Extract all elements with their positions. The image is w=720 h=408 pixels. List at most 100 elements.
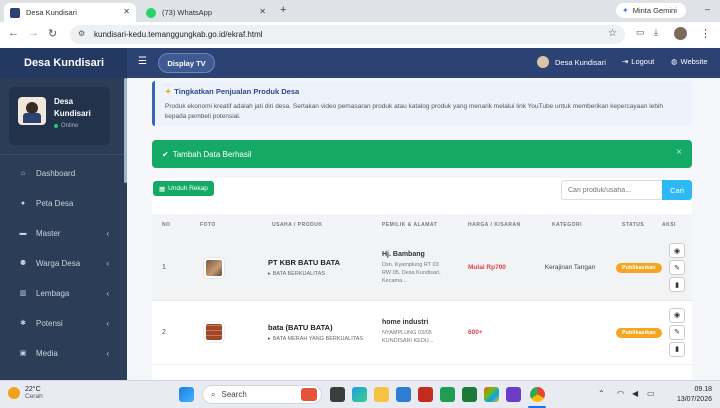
product-table: NO FOTO USAHA / PRODUK PEMILIK & ALAMAT …	[152, 214, 692, 365]
temperature: 22°C	[25, 386, 41, 393]
product-sub-text: BATA BERKUALITAS	[272, 271, 326, 278]
delete-button[interactable]: ▮	[669, 277, 685, 293]
lightbulb-icon: ✦	[165, 87, 172, 96]
sidebar-item-dashboard[interactable]: ⌂ Dashboard	[0, 163, 127, 183]
product-photo[interactable]	[204, 322, 224, 342]
reload-icon[interactable]: ↻	[48, 27, 57, 40]
profile-name-line1: Desa	[54, 97, 74, 106]
chevron-left-icon: ‹	[106, 288, 109, 298]
eye-icon: ◉	[673, 247, 681, 255]
user-menu[interactable]: Desa Kundisari	[537, 56, 606, 68]
browser-tab-bar: Desa Kundisari ✕ (73) WhatsApp ✕ + ✦ Min…	[0, 0, 720, 22]
tray-chevron-icon[interactable]: ⌃	[598, 389, 605, 398]
view-button[interactable]: ◉	[669, 307, 685, 323]
sidebar-item-potensi[interactable]: ✱ Potensi ‹	[0, 313, 127, 333]
wifi-icon[interactable]: ◠	[617, 389, 624, 398]
gemini-button[interactable]: ✦ Minta Gemini	[616, 3, 686, 18]
brand-logo[interactable]: Desa Kundisari	[0, 48, 127, 78]
product-subtitle: ▸ BATA MERAH YANG BERKUALITAS	[268, 336, 382, 342]
chrome-icon[interactable]	[530, 387, 545, 402]
windows-taskbar: 22°C Cerah ⌕ Search ⌃ ◠ ◀ ▭ 09.18 13/07/…	[0, 380, 720, 408]
sidebar-item-warga-desa[interactable]: ⚉ Warga Desa ‹	[0, 253, 127, 273]
close-tab-icon[interactable]: ✕	[259, 7, 266, 16]
globe-icon: ◍	[671, 57, 678, 66]
clock[interactable]: 09.18 13/07/2026	[664, 385, 712, 405]
windows-start-icon[interactable]	[179, 387, 194, 402]
online-dot-icon	[54, 124, 58, 128]
row-no: 2	[162, 328, 166, 336]
actions-cell: ◉ ✎ ▮	[662, 300, 692, 364]
website-link[interactable]: ◍ Website	[671, 57, 708, 66]
search-input[interactable]	[561, 180, 663, 200]
taskbar-search[interactable]: ⌕ Search	[202, 385, 322, 404]
back-icon[interactable]: ←	[8, 27, 19, 39]
xbox-icon[interactable]	[462, 387, 477, 402]
volume-icon[interactable]: ◀	[632, 389, 638, 398]
search-button[interactable]: Cari	[662, 180, 692, 200]
copilot-icon[interactable]	[484, 387, 499, 402]
info-callout: ✦ Tingkatkan Penjualan Produk Desa Produ…	[152, 81, 692, 126]
download-icon[interactable]: ⤓	[654, 27, 658, 38]
product-photo[interactable]	[204, 257, 224, 278]
date: 13/07/2026	[676, 396, 712, 403]
logout-label: Logout	[631, 57, 655, 66]
owner-cell: Hj. Bambang Dsn. Kyamplung RT 03 RW 05, …	[382, 236, 466, 300]
tab-title: (73) WhatsApp	[162, 8, 213, 17]
display-tv-label: Display TV	[167, 58, 206, 68]
delete-button[interactable]: ▮	[669, 341, 685, 357]
app-icon-green[interactable]	[440, 387, 455, 402]
view-button[interactable]: ◉	[669, 243, 685, 259]
gemini-label: Minta Gemini	[632, 6, 677, 15]
home-icon: ⌂	[20, 169, 26, 177]
forward-icon[interactable]: →	[28, 27, 39, 39]
edge-icon[interactable]	[352, 387, 367, 402]
site-favicon-icon	[10, 7, 20, 18]
file-explorer-icon[interactable]	[374, 387, 389, 402]
sidebar-item-lembaga[interactable]: ▥ Lembaga ‹	[0, 283, 127, 303]
sidebar-item-master[interactable]: ▬ Master ‹	[0, 223, 127, 243]
product-category	[542, 300, 598, 364]
tab-desa-kundisari[interactable]: Desa Kundisari ✕	[4, 3, 136, 22]
task-view-icon[interactable]	[330, 387, 345, 402]
sidebar-item-label: Peta Desa	[36, 198, 74, 208]
top-navbar: Desa Kundisari ☰ Display TV Desa Kundisa…	[0, 48, 720, 78]
logout-link[interactable]: ⇥ Logout	[622, 57, 654, 66]
weather-widget[interactable]: 22°C Cerah	[8, 386, 43, 400]
new-tab-button[interactable]: +	[280, 4, 286, 16]
download-recap-button[interactable]: ▦ Unduh Rekap	[153, 181, 214, 196]
cast-icon[interactable]: ▭	[636, 27, 645, 38]
col-no: NO	[152, 214, 182, 236]
website-label: Website	[680, 57, 708, 66]
battery-icon[interactable]: ▭	[647, 389, 655, 398]
search-highlight-icon	[301, 388, 317, 401]
tab-whatsapp[interactable]: (73) WhatsApp ✕	[140, 3, 272, 22]
profile-avatar	[18, 97, 46, 125]
edit-button[interactable]: ✎	[669, 260, 685, 276]
owner-address: NYAMPLUNG 03/05 KUNDISARI KEDU...	[382, 330, 434, 344]
sidebar-item-media[interactable]: ▣ Media ‹	[0, 343, 127, 363]
web-page: Desa Kundisari ☰ Display TV Desa Kundisa…	[0, 48, 720, 380]
alert-close-icon[interactable]: ×	[676, 147, 682, 158]
table-row: 1 PT KBR BATU BATA ▸ BATA BERKUALITAS Hj.…	[152, 236, 692, 300]
browser-menu-icon[interactable]: ⋮	[700, 27, 711, 40]
url-input[interactable]: ⚙ kundisari-kedu.temanggungkab.go.id/ekr…	[70, 25, 625, 44]
col-pemilik: PEMILIK & ALAMAT	[382, 214, 466, 236]
app-icon-red[interactable]	[418, 387, 433, 402]
bookmark-star-icon[interactable]: ☆	[608, 28, 617, 39]
site-info-icon[interactable]: ⚙	[78, 29, 85, 38]
display-tv-button[interactable]: Display TV	[158, 53, 215, 73]
sidebar-item-peta-desa[interactable]: ● Peta Desa	[0, 193, 127, 213]
app-icon-purple[interactable]	[506, 387, 521, 402]
profile-name-line2: Kundisari	[54, 109, 91, 118]
hamburger-icon[interactable]: ☰	[138, 56, 147, 67]
info-title-row: ✦ Tingkatkan Penjualan Produk Desa	[165, 87, 682, 96]
table-header-row: NO FOTO USAHA / PRODUK PEMILIK & ALAMAT …	[152, 214, 692, 236]
close-tab-icon[interactable]: ✕	[123, 7, 130, 16]
sidebar-item-label: Master	[36, 228, 61, 238]
profile-avatar[interactable]	[674, 27, 687, 40]
edit-button[interactable]: ✎	[669, 324, 685, 340]
star-icon: ✱	[20, 320, 26, 327]
store-icon[interactable]	[396, 387, 411, 402]
minimize-icon[interactable]: –	[705, 4, 710, 14]
taskbar-search-label: Search	[221, 390, 247, 399]
